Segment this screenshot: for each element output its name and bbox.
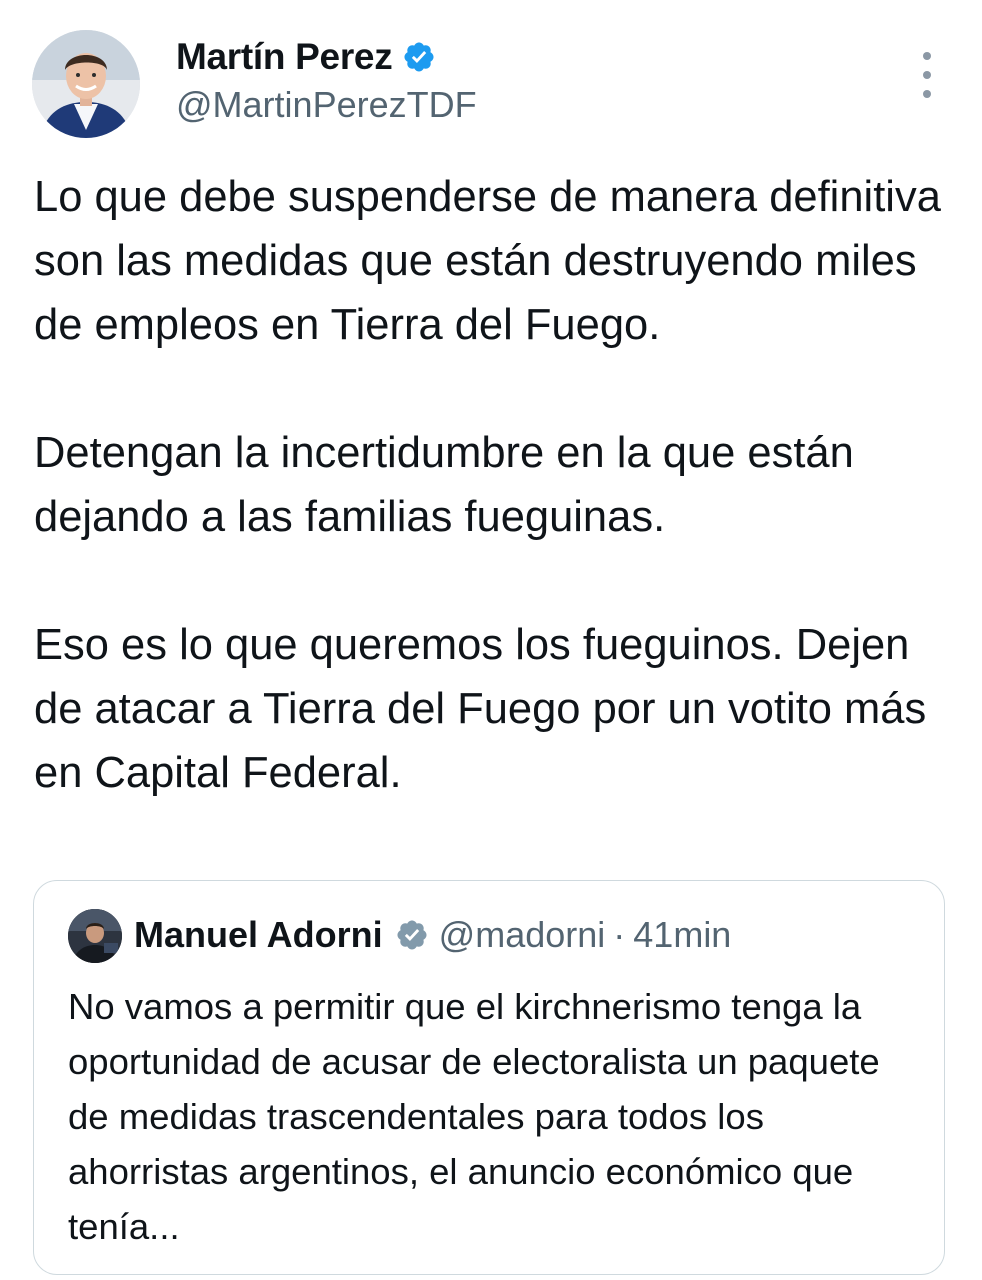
- more-options-button[interactable]: [912, 52, 942, 98]
- quoted-tweet-text: No vamos a permitir que el kirchnerismo …: [68, 986, 880, 1247]
- author-avatar-image: [32, 30, 140, 138]
- tweet-text: Lo que debe suspenderse de manera defini…: [34, 165, 954, 805]
- author-avatar[interactable]: [32, 30, 140, 138]
- quoted-author-avatar-image: [68, 909, 122, 963]
- author-name-row: Martín Perez: [176, 36, 436, 78]
- quoted-tweet-card[interactable]: Manuel Adorni @madorni · 41min No vamos …: [33, 880, 945, 1275]
- gray-verified-badge-icon: [397, 920, 427, 950]
- quoted-tweet-header: Manuel Adorni @madorni · 41min: [134, 913, 731, 957]
- quoted-author-handle: @madorni: [438, 914, 606, 955]
- author-name[interactable]: Martín Perez: [176, 36, 393, 78]
- quoted-author-avatar[interactable]: [68, 909, 122, 963]
- quoted-tweet-time: 41min: [633, 914, 732, 955]
- tweet-paragraph: Detengan la incertidumbre en la que está…: [34, 429, 854, 541]
- author-handle[interactable]: @MartinPerezTDF: [176, 84, 477, 126]
- verified-badge-icon: [404, 42, 434, 72]
- tweet-paragraph: Lo que debe suspenderse de manera defini…: [34, 173, 941, 349]
- more-vertical-icon-dot: [923, 52, 931, 60]
- more-vertical-icon-dot: [923, 71, 931, 79]
- more-vertical-icon-dot: [923, 90, 931, 98]
- tweet-paragraph: Eso es lo que queremos los fueguinos. De…: [34, 621, 927, 797]
- quoted-author-name: Manuel Adorni: [134, 914, 383, 955]
- separator-dot: ·: [613, 914, 626, 955]
